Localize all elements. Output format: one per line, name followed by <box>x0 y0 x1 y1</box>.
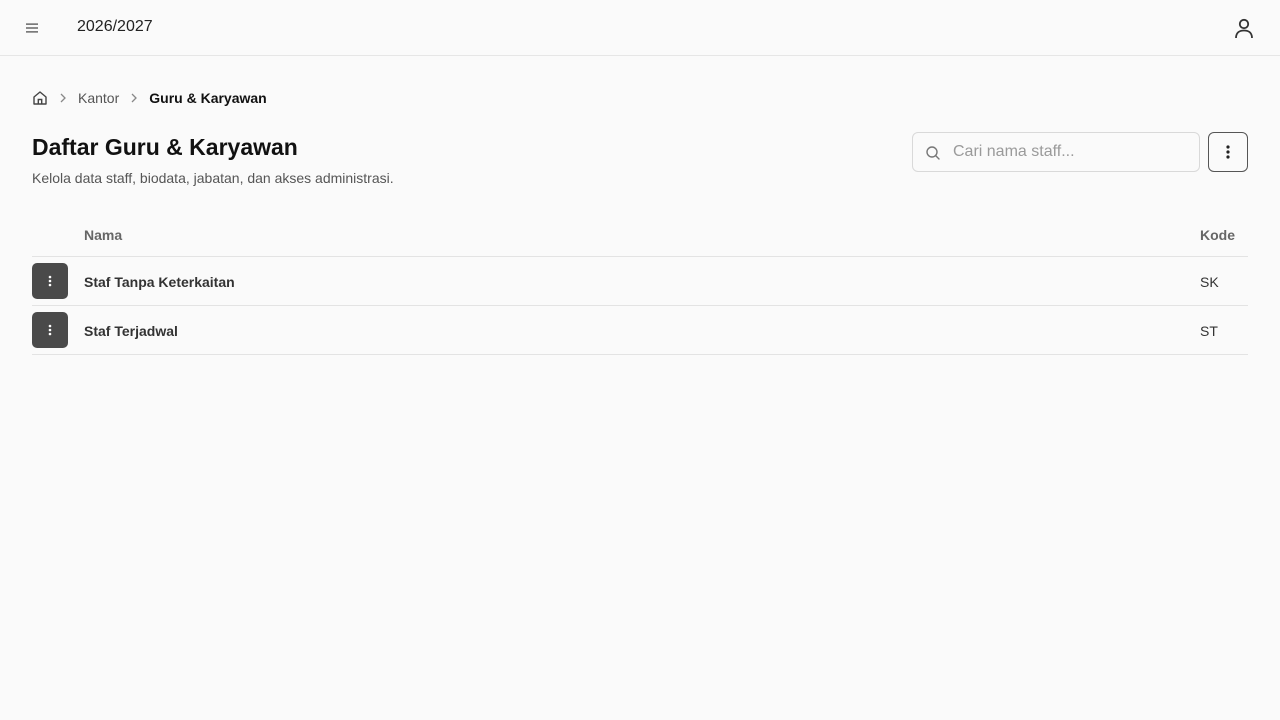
more-options-button[interactable] <box>1208 132 1248 172</box>
more-vertical-icon <box>48 275 52 287</box>
staff-code: ST <box>1200 323 1218 339</box>
search-input[interactable] <box>953 133 1193 171</box>
more-vertical-icon <box>48 324 52 336</box>
chevron-right-icon <box>55 90 71 106</box>
staff-name: Staf Terjadwal <box>84 323 178 339</box>
table-row[interactable]: Staf Terjadwal ST <box>32 306 1248 355</box>
search-icon <box>926 146 940 160</box>
breadcrumb-kantor[interactable]: Kantor <box>78 90 119 106</box>
academic-year-label[interactable]: 2026/2027 <box>77 18 153 36</box>
page-title: Daftar Guru & Karyawan <box>32 134 298 160</box>
user-menu-button[interactable] <box>1228 12 1260 44</box>
top-bar: 2026/2027 <box>0 0 1280 56</box>
staff-name: Staf Tanpa Keterkaitan <box>84 274 235 290</box>
chevron-right-icon <box>126 90 142 106</box>
breadcrumb: Kantor Guru & Karyawan <box>32 88 267 108</box>
column-header-kode[interactable]: Kode <box>1200 227 1235 243</box>
home-icon <box>33 91 47 105</box>
hamburger-icon <box>26 23 38 33</box>
more-vertical-icon <box>1226 145 1230 159</box>
page-subtitle: Kelola data staff, biodata, jabatan, dan… <box>32 170 394 186</box>
row-actions-button[interactable] <box>32 263 68 299</box>
table-row[interactable]: Staf Tanpa Keterkaitan SK <box>32 257 1248 306</box>
breadcrumb-home[interactable] <box>32 90 48 106</box>
column-header-nama[interactable]: Nama <box>84 227 122 243</box>
table-header: Nama Kode <box>32 214 1248 257</box>
staff-code: SK <box>1200 274 1219 290</box>
search-box <box>912 132 1200 172</box>
breadcrumb-current: Guru & Karyawan <box>149 90 267 106</box>
staff-table: Nama Kode Staf Tanpa Keterkaitan SK Staf… <box>32 214 1248 355</box>
row-actions-button[interactable] <box>32 312 68 348</box>
menu-button[interactable] <box>16 12 48 44</box>
user-icon <box>1235 18 1253 39</box>
